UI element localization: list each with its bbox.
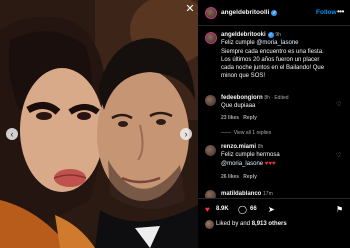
caption-line-2: Siempre cada encuentro es una fiesta. [221,48,324,55]
comment-2: renzo.miami 8h Feliz cumple hermosa @mor… [221,143,333,168]
reply-button[interactable]: Reply [243,115,257,121]
more-options-icon[interactable]: ••• [337,7,344,16]
liked-by[interactable]: Liked by and 8,913 others [216,221,287,227]
caption-username[interactable]: angeldebritooki [221,32,266,38]
reply-button[interactable]: Reply [243,174,257,180]
caption: angeldebritooki ✓ 9h Feliz cumple @moria_… [221,31,345,81]
follow-button[interactable]: Follow [316,9,337,16]
caption-line-3: Los últimos 20 años fueron un placer [221,56,320,63]
avatar[interactable] [205,7,217,19]
comment-count[interactable]: 66 [250,206,257,212]
comment-meta: 23 likes Reply [221,115,257,121]
heart-icon[interactable]: ♡ [336,101,341,108]
verified-icon: ✓ [267,32,274,38]
caption-line-1: Feliz cumple @moria_lasone [221,40,299,47]
comment-avatar[interactable] [205,95,216,106]
heart-icon[interactable]: ♡ [336,152,341,159]
mention-link[interactable]: @moria_lasone [256,40,298,46]
comment-time: 17m [263,191,273,197]
comment-1: fedeebongiorn 8h · Edited Que dupiaaa [221,94,333,111]
heart-icon[interactable]: ♥ [205,205,210,214]
verified-icon: ✓ [271,10,278,16]
mention-link[interactable]: @moria_lasone [221,161,263,167]
comment-username[interactable]: matildablanco [221,191,261,197]
close-icon[interactable]: ✕ [184,3,196,15]
comment-likes[interactable]: 26 likes [221,174,239,180]
view-replies[interactable]: —— View all 1 replies [221,130,271,136]
comment-time: 8h · Edited [264,95,289,101]
caption-line-5: minon que SOS! [221,73,266,80]
bookmark-icon[interactable]: ⚑ [336,205,343,214]
photo-illustration [0,0,198,248]
avatar [205,220,214,229]
comment-time: 8h [257,144,264,150]
comment-username[interactable]: fedeebongiorn [221,95,263,101]
caption-avatar[interactable] [205,32,217,44]
comment-icon[interactable]: ◯ [238,205,247,214]
comment-likes[interactable]: 23 likes [221,115,239,121]
post-photo: ‹ › ✕ [0,0,198,248]
action-bar: ♥ 8.9K ◯ 66 ➤ ⚑ Liked by and 8,913 other… [198,198,350,248]
chevron-right-icon[interactable]: › [180,128,192,140]
comment-meta: 26 likes Reply [221,174,257,180]
comment-text: Que dupiaaa [221,103,256,110]
comment-username[interactable]: renzo.miami [221,144,256,150]
caption-time: 9h [275,32,281,38]
post-username[interactable]: angeldebritoolli ✓ [221,9,278,16]
comment-text: Feliz cumple hermosa [221,152,280,159]
post-side-panel: angeldebritoolli ✓ Follow ••• angeldebrit… [198,0,350,248]
chevron-left-icon[interactable]: ‹ [6,128,18,140]
post-header: angeldebritoolli ✓ Follow ••• [198,0,350,26]
hearts-emoji: ♥♥♥ [264,160,276,167]
comment-avatar[interactable] [205,145,216,156]
caption-line-4: cada noche juntos en el Bailando! Que [221,65,325,72]
share-icon[interactable]: ➤ [268,205,275,214]
like-count[interactable]: 8.9K [216,206,229,212]
